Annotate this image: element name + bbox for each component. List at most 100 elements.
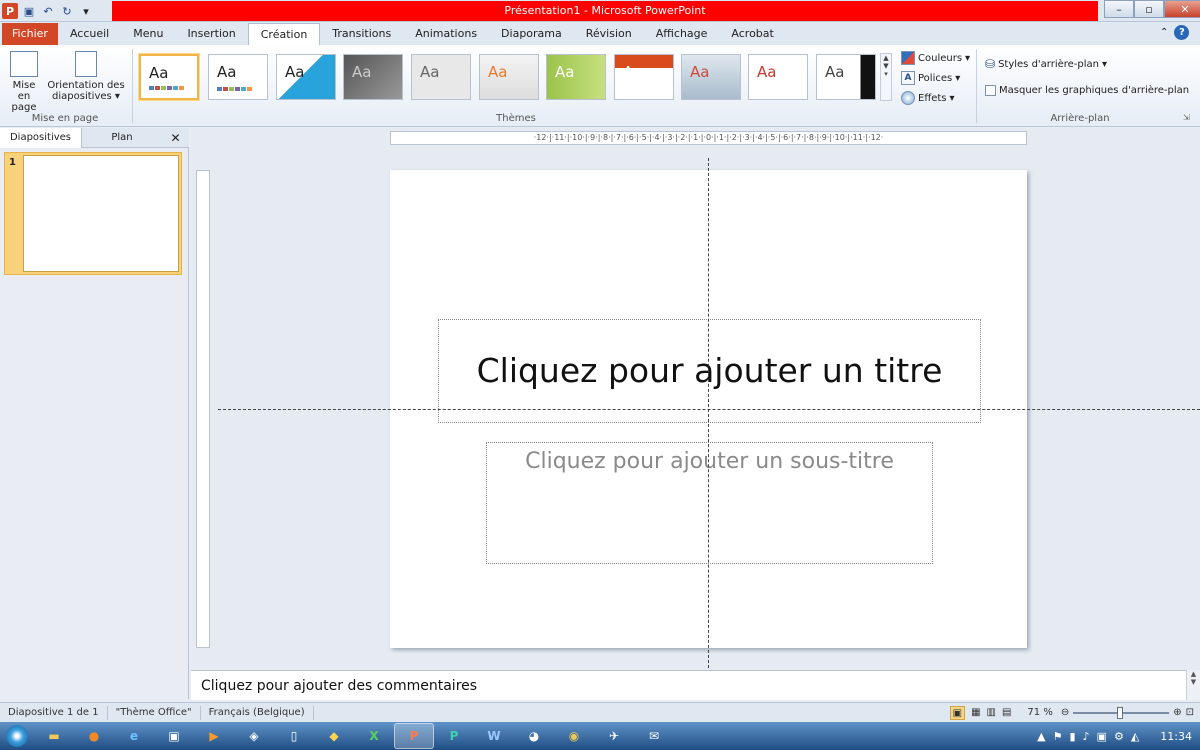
theme-office[interactable]: Aa	[139, 54, 199, 100]
taskbar-app6[interactable]: ◈	[234, 723, 274, 749]
tab-acrobat[interactable]: Acrobat	[719, 23, 785, 45]
checkbox-icon[interactable]	[985, 85, 996, 96]
theme-8[interactable]: Aa	[614, 54, 674, 100]
notes-pane[interactable]: Cliquez pour ajouter des commentaires	[191, 670, 1191, 700]
taskbar-firefox[interactable]: ●	[74, 723, 114, 749]
taskbar-app16[interactable]: ✉	[634, 723, 674, 749]
ribbon-separator	[976, 49, 977, 123]
theme-4[interactable]: Aa	[343, 54, 403, 100]
horizontal-guide[interactable]	[218, 409, 1200, 410]
horizontal-ruler: ·12·|·11·|·10·|·9·|·8·|·7·|·6·|·5·|·4·|·…	[390, 131, 1027, 145]
network-icon[interactable]: ▮	[1069, 730, 1075, 743]
taskbar-ie[interactable]: e	[114, 723, 154, 749]
taskbar-chrome[interactable]: ◉	[554, 723, 594, 749]
fonts-button[interactable]: A Polices ▾	[901, 71, 960, 85]
group-label-background: Arrière-plan	[1050, 113, 1110, 124]
theme-11[interactable]: Aa	[816, 54, 876, 100]
page-setup-button[interactable]: Mise en page	[5, 51, 43, 113]
tab-fichier[interactable]: Fichier	[2, 23, 58, 45]
slide-orientation-button[interactable]: Orientation des diapositives ▾	[46, 51, 126, 102]
tab-slides[interactable]: Diapositives	[0, 128, 82, 148]
slide-thumbnail-preview	[23, 155, 179, 272]
taskbar-app4[interactable]: ▣	[154, 723, 194, 749]
zoom-slider[interactable]	[1073, 706, 1170, 719]
theme-10[interactable]: Aa	[748, 54, 808, 100]
slideshow-icon[interactable]: ▤	[1002, 706, 1011, 720]
taskbar-media[interactable]: ▶	[194, 723, 234, 749]
subtitle-placeholder[interactable]: Cliquez pour ajouter un sous-titre	[486, 442, 933, 564]
taskbar-excel[interactable]: X	[354, 723, 394, 749]
minimize-button[interactable]: –	[1104, 0, 1134, 18]
taskbar-word[interactable]: W	[474, 723, 514, 749]
tab-insertion[interactable]: Insertion	[175, 23, 247, 45]
save-icon[interactable]: ▣	[21, 3, 37, 19]
notes-scrollbar[interactable]: ▲ ▼	[1186, 670, 1200, 700]
hide-background-graphics[interactable]: Masquer les graphiques d'arrière-plan	[985, 85, 1189, 96]
theme-9[interactable]: Aa	[681, 54, 741, 100]
group-label-themes: Thèmes	[496, 113, 536, 124]
taskbar-app7[interactable]: ▯	[274, 723, 314, 749]
tab-creation[interactable]: Création	[247, 23, 321, 45]
effects-button[interactable]: Effets ▾	[901, 91, 955, 105]
slide-thumbnail[interactable]: 1	[4, 152, 182, 275]
tab-diaporama[interactable]: Diaporama	[489, 23, 574, 45]
zoom-out-icon[interactable]: ⊖	[1061, 707, 1069, 718]
taskbar-app15[interactable]: ✈	[594, 723, 634, 749]
powerpoint-icon: P	[409, 729, 419, 743]
page-setup-icon	[10, 51, 38, 77]
start-button[interactable]	[0, 722, 34, 750]
close-pane-icon[interactable]: ✕	[162, 128, 189, 148]
tab-animations[interactable]: Animations	[403, 23, 489, 45]
redo-icon[interactable]: ↻	[59, 3, 75, 19]
normal-view-icon[interactable]: ▣	[949, 705, 966, 720]
qat-customize-icon[interactable]: ▾	[78, 3, 94, 19]
taskbar-app8[interactable]: ◆	[314, 723, 354, 749]
taskbar: ▬ ● e ▣ ▶ ◈ ▯ ◆ X P P W ◕ ◉ ✈ ✉ ▲ ⚑ ▮ ♪ …	[0, 722, 1200, 750]
fit-slide-icon[interactable]: ⊡	[1186, 707, 1194, 718]
flag-icon[interactable]: ⚑	[1053, 730, 1063, 743]
slides-pane: Diapositives Plan ✕ 1	[0, 128, 189, 699]
maximize-button[interactable]: ▫	[1134, 0, 1164, 18]
theme-2[interactable]: Aa	[208, 54, 268, 100]
tab-affichage[interactable]: Affichage	[644, 23, 720, 45]
media-icon: ▶	[209, 729, 219, 743]
window-title: Présentation1 - Microsoft PowerPoint	[112, 1, 1098, 21]
tray-app-icon[interactable]: ▣	[1097, 730, 1107, 743]
tab-transitions[interactable]: Transitions	[320, 23, 403, 45]
powerpoint-app-icon[interactable]: P	[2, 3, 18, 19]
vertical-guide[interactable]	[708, 158, 709, 668]
tray-app-icon[interactable]: ◭	[1131, 730, 1139, 743]
language[interactable]: Français (Belgique)	[201, 705, 314, 720]
chat-icon: ✉	[648, 729, 660, 743]
tab-menu[interactable]: Menu	[121, 23, 175, 45]
undo-icon[interactable]: ↶	[40, 3, 56, 19]
theme-6[interactable]: Aa	[479, 54, 539, 100]
taskbar-powerpoint[interactable]: P	[394, 723, 434, 749]
taskbar-publisher[interactable]: P	[434, 723, 474, 749]
theme-3[interactable]: Aa	[276, 54, 336, 100]
help-icon[interactable]: ?	[1174, 25, 1190, 40]
tray-expand-icon[interactable]: ▲	[1037, 730, 1045, 743]
taskbar-explorer[interactable]: ▬	[34, 723, 74, 749]
tab-outline[interactable]: Plan	[82, 128, 162, 148]
clock[interactable]: 11:34	[1146, 730, 1192, 743]
settings-icon[interactable]: ⚙	[1114, 730, 1124, 743]
taskbar-gimp[interactable]: ◕	[514, 723, 554, 749]
tab-revision[interactable]: Révision	[574, 23, 644, 45]
tab-accueil[interactable]: Accueil	[58, 23, 121, 45]
theme-7[interactable]: Aa	[546, 54, 606, 100]
zoom-level[interactable]: 71 %	[1019, 706, 1060, 720]
slide-sorter-icon[interactable]: ▦	[971, 706, 980, 720]
title-placeholder[interactable]: Cliquez pour ajouter un titre	[438, 319, 981, 423]
close-button[interactable]: ✕	[1164, 0, 1200, 18]
zoom-in-icon[interactable]: ⊕	[1173, 707, 1181, 718]
theme-5[interactable]: Aa	[411, 54, 471, 100]
folder-icon: ▬	[48, 729, 60, 743]
themes-gallery-scroll[interactable]: ▲ ▼ ▾	[880, 53, 892, 101]
dialog-launcher-icon[interactable]: ⇲	[1183, 113, 1190, 122]
ribbon-minimize-icon[interactable]: ⌃	[1160, 27, 1168, 38]
colors-button[interactable]: Couleurs ▾	[901, 51, 970, 65]
background-styles-button[interactable]: ⛁ Styles d'arrière-plan ▾	[985, 57, 1107, 71]
reading-view-icon[interactable]: ▥	[987, 706, 996, 720]
volume-icon[interactable]: ♪	[1083, 730, 1090, 743]
